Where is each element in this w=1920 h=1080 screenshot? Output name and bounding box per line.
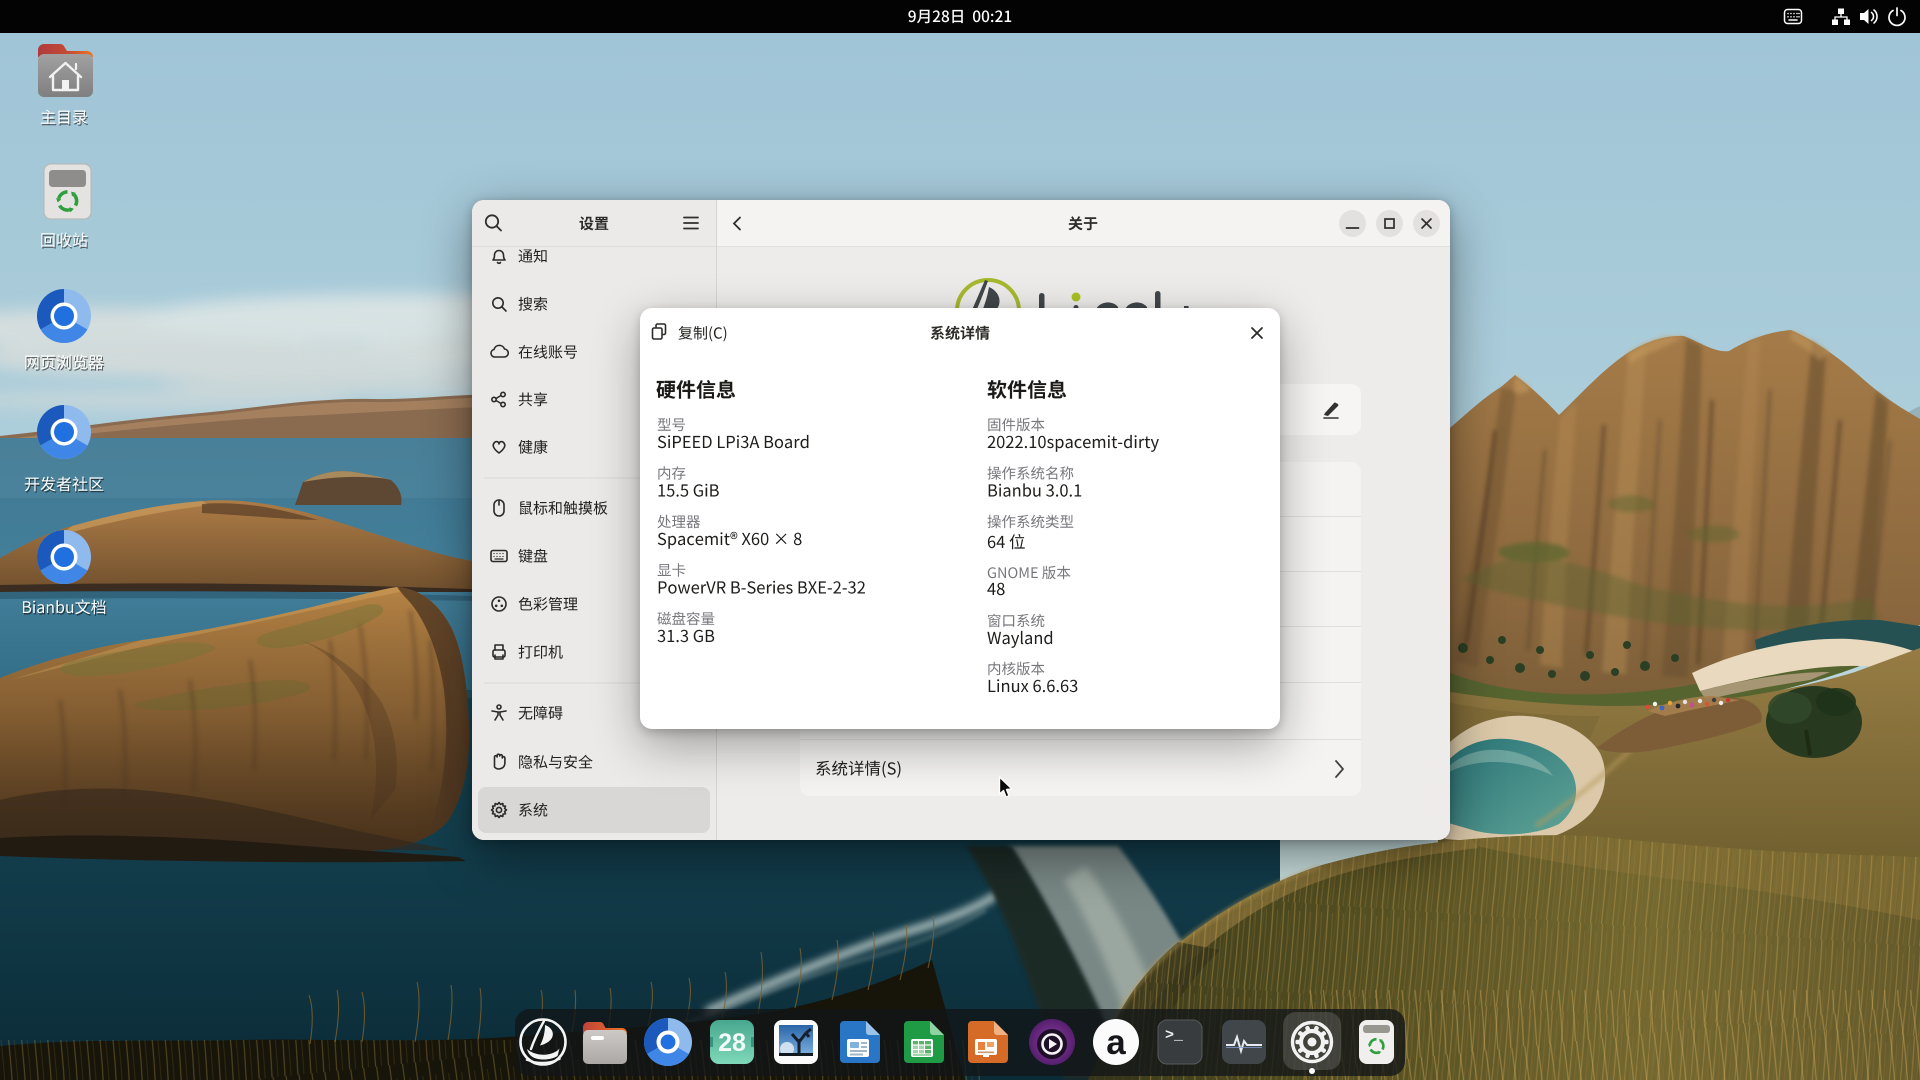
svg-text:28: 28 (718, 1029, 746, 1057)
svg-text:a: a (1106, 1023, 1126, 1062)
svg-text:>_: >_ (1165, 1027, 1184, 1044)
